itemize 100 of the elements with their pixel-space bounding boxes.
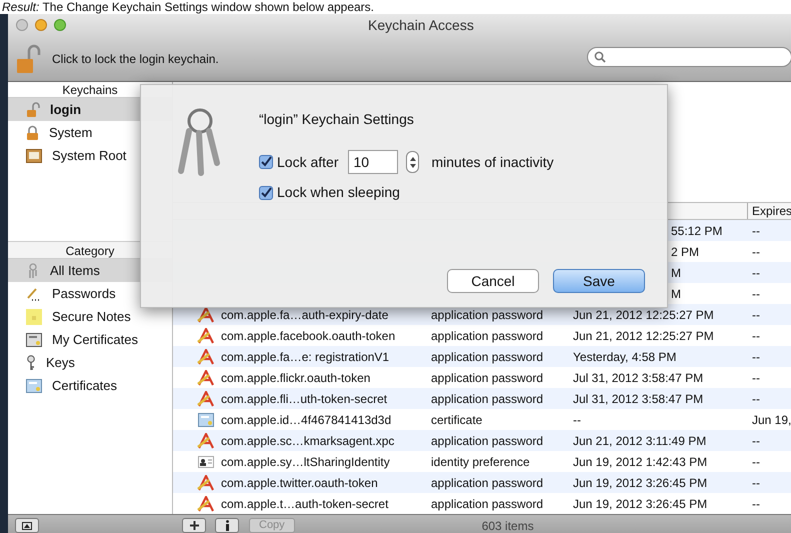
table-cell: Jul 31, 2012 3:58:47 PM [573,370,704,384]
table-cell-text: com.apple.facebook.oauth-token [221,328,396,344]
lock-keychain-label: Click to lock the login keychain. [52,50,219,68]
table-cell: Jun 21, 2012 3:11:49 PM [573,434,706,448]
cancel-button[interactable]: Cancel [447,269,539,293]
table-cell-text: com.apple.fli…uth-token-secret [221,390,388,408]
key-icon [26,354,36,370]
table-cell: -- [752,392,760,406]
sidebar-item[interactable]: System Root [8,144,172,167]
table-cell: application password [431,476,544,490]
identity-card-icon [198,456,214,468]
table-cell: Jun 19, 2012 3:26:45 PM [573,476,708,490]
table-cell: Jun 21, 2012 12:25:27 PM [573,308,714,322]
table-cell-text: com.apple.fa…e: registrationV1 [221,348,390,366]
search-icon [594,50,606,62]
lock-sleeping-label: Lock when sleeping [277,183,400,202]
table-cell: -- [752,308,760,322]
sidebar-item[interactable]: Passwords [8,282,172,305]
table-row[interactable]: com.apple.twitter.oauth-token application password Jun 19, 2012 3:26:45 PM -- [173,472,791,493]
padlock-icon [26,124,39,140]
checkmark-icon [260,186,272,198]
lock-after-label: Lock after [277,152,338,172]
dialog-title: “login” Keychain Settings [259,110,415,129]
minutes-field[interactable]: 10 [348,150,398,174]
table-cell: -- [752,266,760,280]
pencil-a-icon [197,474,215,490]
save-button[interactable]: Save [553,269,645,293]
table-cell: application password [431,434,544,448]
show-sidebar-button[interactable] [15,518,39,533]
certificate-folder-icon [26,148,42,162]
table-cell: -- [752,370,760,384]
table-cell: -- [752,496,760,510]
pencil-a-icon [197,496,215,512]
certificate-icon [26,332,42,346]
table-cell: -- [752,244,760,258]
table-cell: identity preference [431,454,530,468]
table-cell-text: com.apple.fa…auth-expiry-date [221,306,388,324]
table-cell: -- [752,286,760,300]
sidebar-item[interactable]: My Certificates [8,328,172,351]
sidebar-item[interactable]: Keys [8,351,172,374]
table-cell: -- [752,454,760,468]
down-arrow-icon [410,164,416,168]
checkbox[interactable] [259,186,273,200]
checkbox[interactable] [259,155,273,169]
table-cell: -- [573,412,581,426]
info-button[interactable] [215,518,239,533]
checkmark-icon [260,156,272,168]
item-count: 603 items [482,518,534,533]
table-cell-text: com.apple.sy…ltSharingIdentity [221,454,390,470]
pencil-a-icon [197,432,215,448]
pencil-a-icon [197,348,215,364]
table-cell: -- [752,350,760,364]
pencil-a-icon [197,306,215,322]
caption: Result: The Change Keychain Settings window shown below appears. [1,0,376,14]
table-cell: -- [752,224,760,238]
zoom-button[interactable] [54,19,66,31]
minutes-label: minutes of inactivity [431,152,554,172]
table-row[interactable]: com.apple.fa…e: registrationV1 application password Yesterday, 4:58 PM -- [173,346,791,367]
info-icon [224,520,230,531]
table-cell: certificate [431,412,482,426]
table-row[interactable]: com.apple.sc…kmarksagent.xpc application password Jun 21, 2012 3:11:49 PM -- [173,430,791,451]
table-cell: application password [431,496,544,510]
table-cell: -- [752,476,760,490]
table-cell: Jul 31, 2012 3:58:47 PM [573,392,704,406]
table-cell: Jun 19, 2012 1:42:43 PM [573,454,708,468]
add-button[interactable] [182,518,206,533]
table-cell-text: com.apple.sc…kmarksagent.xpc [221,432,394,450]
sidebar-item[interactable]: Certificates [8,374,172,397]
plus-icon [190,521,198,530]
table-cell: 55:12 PM [671,224,722,238]
table-cell: application password [431,350,544,364]
table-cell: application password [431,370,544,384]
note-icon [26,308,42,324]
search-field[interactable] [587,46,791,66]
table-row[interactable]: com.apple.fli…uth-token-secret application password Jul 31, 2012 3:58:47 PM -- [173,388,791,409]
table-cell-text: com.apple.flickr.oauth-token [221,370,370,386]
table-cell: -- [752,328,760,342]
stepper[interactable] [406,151,420,173]
table-cell-text: com.apple.id…4f467841413d3d [221,412,392,428]
table-cell: Jun 21, 2012 12:25:27 PM [573,328,714,342]
pencil-a-icon [197,390,215,406]
certificate-icon [198,412,214,426]
up-arrow-icon [410,156,416,160]
open-padlock-icon [26,102,40,118]
table-cell: M [671,286,681,300]
table-cell: application password [431,328,544,342]
keys-icon [26,262,40,278]
table-cell-text: com.apple.twitter.oauth-token [221,474,378,492]
table-cell-text: com.apple.t…auth-token-secret [221,496,388,512]
table-cell: application password [431,392,544,406]
minimize-button[interactable] [35,19,47,31]
pencil-a-icon [197,370,215,386]
table-cell: Yesterday, 4:58 PM [573,350,676,364]
table-cell: -- [752,434,760,448]
pencil-a-icon [197,328,215,344]
table-cell: M [671,266,681,280]
sidebar-item[interactable]: System [8,121,172,144]
table-cell: application password [431,308,544,322]
table-cell: 2 PM [671,244,700,258]
sidebar-item[interactable]: Secure Notes [8,305,172,328]
